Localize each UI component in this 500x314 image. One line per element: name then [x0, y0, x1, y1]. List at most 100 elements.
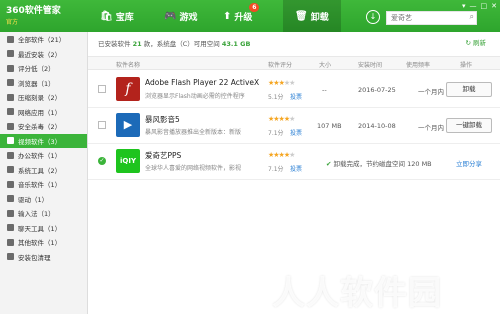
vote-link[interactable]: 投票 [290, 164, 302, 173]
app-description: 暴风影音播放器推出全新版本：新版 [145, 129, 242, 136]
app-name: 爱奇艺PPS [145, 151, 182, 160]
sidebar-item-label: 聊天工具（1） [18, 224, 62, 233]
uninstall-complete-text: 卸载完成，节约磁盘空间 120 MB [333, 160, 432, 168]
sidebar-item-other[interactable]: 其他软件（1） [0, 235, 87, 250]
vote-link[interactable]: 投票 [290, 92, 302, 101]
tab-games-label: 游戏 [179, 12, 198, 23]
rating-score: 7.1分 [268, 130, 284, 137]
window-buttons: ▾ — □ ✕ [462, 2, 497, 10]
sidebar-item-low-rating[interactable]: 评分低（2） [0, 61, 87, 76]
refresh-label: 刷新 [473, 39, 486, 47]
sidebar-item-label: 全部软件（21） [18, 36, 66, 45]
maximize-icon[interactable]: □ [481, 2, 488, 10]
tab-store[interactable]: 🛍 宝库 [100, 0, 134, 32]
app-logo: 360软件管家 官方 [6, 3, 61, 26]
table-header: 软件名称 软件评分 大小 安装时间 使用频率 操作 [88, 56, 500, 70]
install-date: 2016-07-25 [358, 86, 396, 94]
sidebar-item-label: 安全杀毒（2） [18, 123, 62, 132]
usage-frequency: 一个月内 [418, 88, 444, 96]
rating-stars: ★★★★★ [268, 151, 295, 159]
search-input[interactable] [387, 12, 463, 24]
sidebar-item-office[interactable]: 办公软件（1） [0, 148, 87, 163]
summary-free-space: 43.1 GB [221, 40, 251, 48]
gamepad-icon: 🎮 [164, 10, 177, 22]
close-icon[interactable]: ✕ [491, 2, 497, 10]
sidebar-item-label: 最近安装（2） [18, 50, 62, 59]
chip-icon [7, 195, 14, 203]
sidebar-item-label: 其他软件（1） [18, 239, 62, 248]
download-icon[interactable]: ↓ [366, 10, 380, 24]
sidebar-item-recent[interactable]: 最近安装（2） [0, 47, 87, 62]
usage-frequency: 一个月内 [418, 124, 444, 132]
sidebar-item-chat[interactable]: 聊天工具（1） [0, 221, 87, 236]
sidebar-item-package-cleanup[interactable]: 安装包清理 [0, 250, 87, 265]
app-sub: 官方 [6, 19, 19, 26]
sidebar-item-video[interactable]: 视频软件（3） [0, 133, 87, 148]
summary-prefix: 已安装软件 [98, 40, 131, 48]
tab-store-label: 宝库 [115, 12, 134, 23]
install-date: 2014-10-08 [358, 122, 396, 130]
col-name: 软件名称 [116, 62, 141, 69]
share-now-link[interactable]: 立即分享 [456, 158, 482, 168]
sidebar-item-compression[interactable]: 压缩刻录（2） [0, 90, 87, 105]
sidebar: 全部软件（21） 最近安装（2） 评分低（2） 浏览器（1） 压缩刻录（2） 网… [0, 32, 88, 314]
app-description: 全球华人喜爱的网络视频软件，影视 [145, 165, 242, 172]
sidebar-item-label: 视频软件（3） [18, 137, 62, 146]
app-size: 107 MB [317, 122, 342, 130]
minimize-icon[interactable]: — [470, 2, 477, 10]
tab-upgrade-label: 升级 [234, 12, 253, 23]
tab-games[interactable]: 🎮 游戏 [164, 0, 197, 32]
sidebar-item-security[interactable]: 安全杀毒（2） [0, 119, 87, 134]
rating-score: 5.1分 [268, 94, 284, 101]
search-box: ⌕ [386, 11, 477, 25]
apps-icon [7, 238, 14, 246]
table-row: ▶ 暴风影音5 暴风影音播放器推出全新版本：新版 ★★★★★ 7.1分 投票 1… [88, 108, 500, 144]
install-summary: 已安装软件 21 款，系统盘（C）可用空间 43.1 GB [98, 38, 250, 48]
trash-icon: 🗑 [295, 10, 308, 22]
keyboard-icon [7, 209, 14, 217]
app-size: -- [322, 86, 327, 94]
refresh-button[interactable]: ↻ 刷新 [465, 37, 486, 47]
app-name: Adobe Flash Player 22 ActiveX [145, 78, 260, 87]
one-click-uninstall-button[interactable]: 一键卸载 [446, 118, 492, 133]
top-bar: 360软件管家 官方 🛍 宝库 🎮 游戏 ⬆ 升级 6 🗑 卸载 ↓ ⌕ ▾ —… [0, 0, 500, 32]
sidebar-item-input-method[interactable]: 输入法（1） [0, 206, 87, 221]
checked-icon[interactable]: ✓ [98, 157, 106, 165]
sidebar-item-label: 驱动（1） [18, 195, 49, 204]
col-size[interactable]: 大小 [319, 60, 331, 69]
sidebar-item-drivers[interactable]: 驱动（1） [0, 192, 87, 207]
rating-stars: ★★★★★ [268, 115, 295, 123]
row-checkbox[interactable] [98, 121, 106, 129]
rating-score: 7.1分 [268, 166, 284, 173]
sidebar-item-label: 安装包清理 [18, 253, 51, 262]
sidebar-item-network[interactable]: 网络应用（1） [0, 105, 87, 120]
table-row: f Adobe Flash Player 22 ActiveX 浏览器显示Fla… [88, 72, 500, 108]
sidebar-item-browser[interactable]: 浏览器（1） [0, 76, 87, 91]
watermark: 人人软件园 [272, 273, 442, 312]
sidebar-item-all[interactable]: 全部软件（21） [0, 32, 87, 47]
col-date[interactable]: 安装时间 [358, 60, 382, 69]
sidebar-item-music[interactable]: 音乐软件（1） [0, 177, 87, 192]
vote-link[interactable]: 投票 [290, 128, 302, 137]
col-rating[interactable]: 软件评分 [268, 60, 292, 69]
col-action: 操作 [460, 62, 473, 69]
iqiyi-app-icon: iQIY [116, 149, 140, 173]
search-icon[interactable]: ⌕ [470, 12, 474, 22]
tab-uninstall-label: 卸载 [310, 12, 329, 23]
uninstall-button[interactable]: 卸载 [446, 82, 492, 97]
chat-icon [7, 224, 14, 232]
document-icon [7, 151, 14, 159]
sidebar-item-label: 系统工具（2） [18, 166, 62, 175]
tab-upgrade[interactable]: ⬆ 升级 6 [223, 0, 260, 32]
network-icon [7, 108, 14, 116]
wrench-icon [7, 166, 14, 174]
tab-uninstall[interactable]: 🗑 卸载 [283, 0, 341, 32]
sidebar-item-label: 浏览器（1） [18, 79, 55, 88]
storm-player-app-icon: ▶ [116, 113, 140, 137]
menu-icon[interactable]: ▾ [462, 2, 466, 10]
sidebar-item-label: 网络应用（1） [18, 108, 62, 117]
sidebar-item-system-tools[interactable]: 系统工具（2） [0, 163, 87, 178]
table-row: ✓ iQIY 爱奇艺PPS 全球华人喜爱的网络视频软件，影视 ★★★★★ 7.1… [88, 144, 500, 180]
col-frequency[interactable]: 使用频率 [406, 60, 430, 69]
row-checkbox[interactable] [98, 85, 106, 93]
